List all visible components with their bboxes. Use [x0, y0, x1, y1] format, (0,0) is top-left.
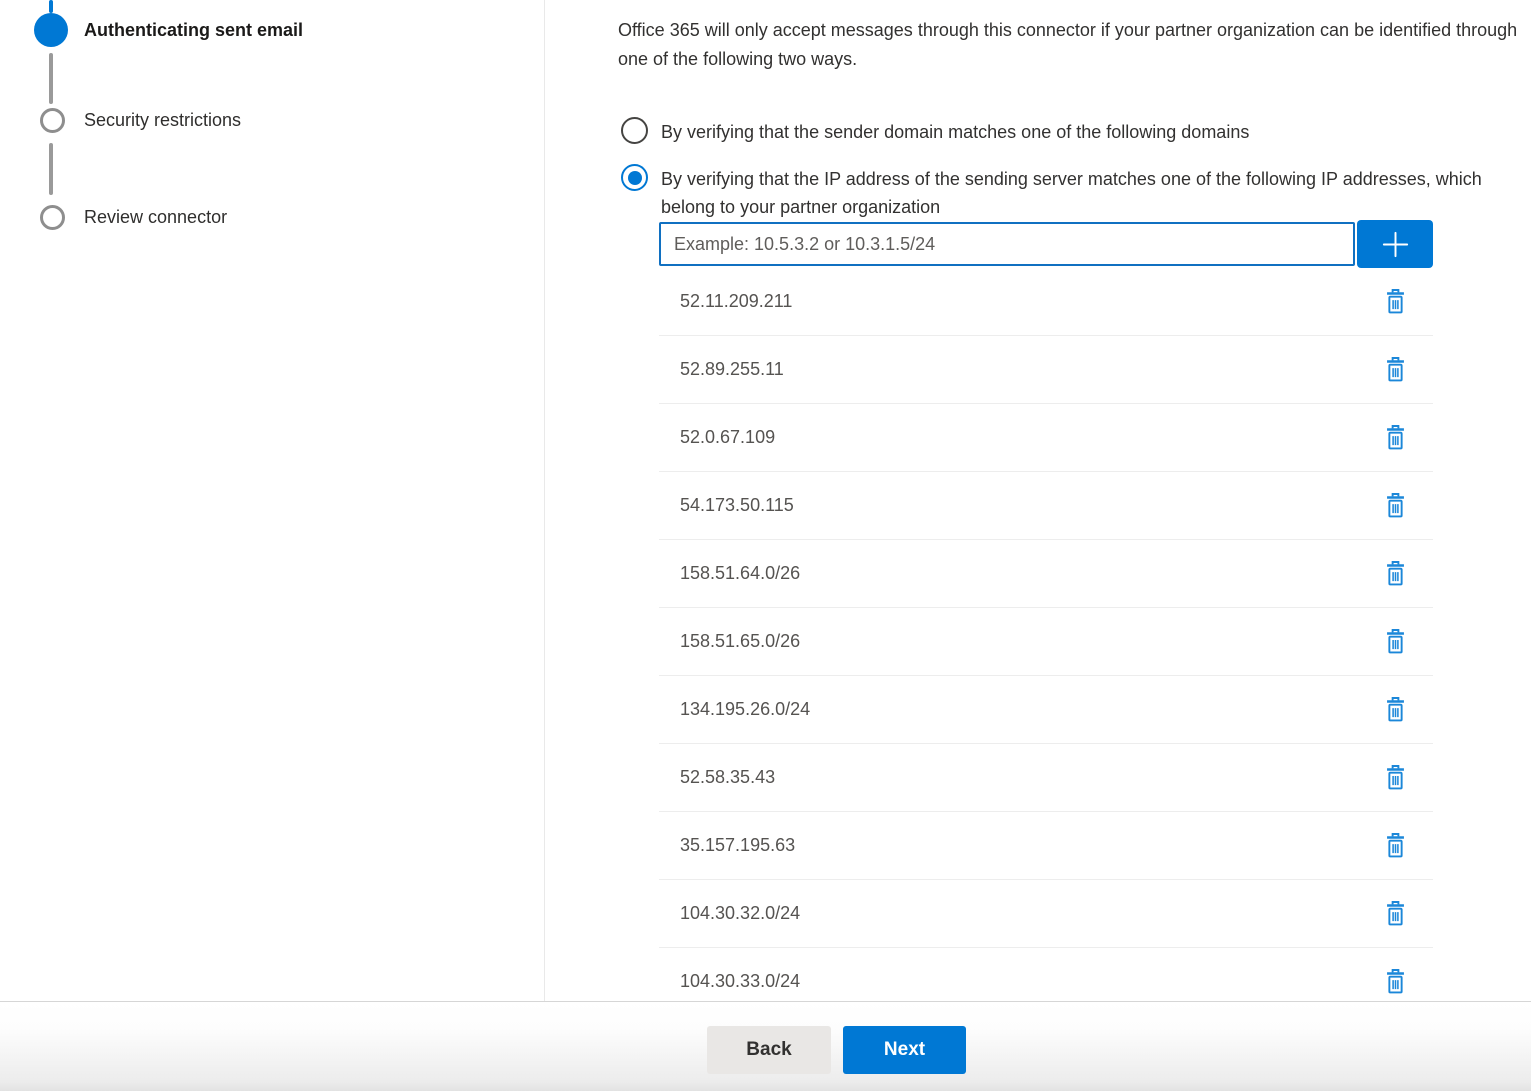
- trash-icon: [1384, 424, 1407, 451]
- ip-list-row: 104.30.33.0/24: [659, 948, 1433, 1001]
- radio-selected-icon[interactable]: [621, 164, 648, 191]
- trash-icon: [1384, 288, 1407, 315]
- step-security-restrictions[interactable]: Security restrictions: [84, 109, 241, 131]
- ip-address-value: 54.173.50.115: [680, 495, 794, 516]
- ip-address-value: 134.195.26.0/24: [680, 699, 810, 720]
- trash-icon: [1384, 560, 1407, 587]
- ip-address-list: 52.11.209.211 52.89.255.11 52.0.67.109: [659, 268, 1433, 1001]
- option-label: By verifying that the sender domain matc…: [661, 117, 1249, 146]
- trash-icon: [1384, 356, 1407, 383]
- ip-address-value: 52.89.255.11: [680, 359, 784, 380]
- radio-unselected-icon[interactable]: [621, 117, 648, 144]
- ip-address-value: 52.58.35.43: [680, 767, 775, 788]
- option-label: By verifying that the IP address of the …: [661, 164, 1516, 221]
- delete-ip-button[interactable]: [1382, 422, 1409, 453]
- option-verify-sender-domain[interactable]: By verifying that the sender domain matc…: [621, 117, 1249, 146]
- step-description: Office 365 will only accept messages thr…: [618, 16, 1531, 74]
- stepper-connector: [49, 143, 53, 195]
- wizard-footer: Back Next: [0, 1001, 1531, 1091]
- option-verify-ip-address[interactable]: By verifying that the IP address of the …: [621, 164, 1516, 221]
- trash-icon: [1384, 968, 1407, 995]
- delete-ip-button[interactable]: [1382, 966, 1409, 997]
- delete-ip-button[interactable]: [1382, 898, 1409, 929]
- delete-ip-button[interactable]: [1382, 830, 1409, 861]
- step-current-dot: [34, 13, 68, 47]
- ip-address-value: 158.51.65.0/26: [680, 631, 800, 652]
- step-upcoming-dot: [40, 205, 65, 230]
- step-upcoming-dot: [40, 108, 65, 133]
- delete-ip-button[interactable]: [1382, 490, 1409, 521]
- ip-address-value: 52.0.67.109: [680, 427, 775, 448]
- ip-list-row: 35.157.195.63: [659, 812, 1433, 880]
- stepper-connector: [49, 53, 53, 104]
- ip-list-row: 52.0.67.109: [659, 404, 1433, 472]
- ip-address-value: 35.157.195.63: [680, 835, 795, 856]
- trash-icon: [1384, 900, 1407, 927]
- ip-list-row: 52.89.255.11: [659, 336, 1433, 404]
- back-button[interactable]: Back: [707, 1026, 831, 1074]
- step-authenticating-sent-email[interactable]: Authenticating sent email: [84, 19, 303, 41]
- step-review-connector[interactable]: Review connector: [84, 206, 227, 228]
- wizard-step-content: Office 365 will only accept messages thr…: [546, 0, 1531, 1001]
- next-button[interactable]: Next: [843, 1026, 966, 1074]
- delete-ip-button[interactable]: [1382, 558, 1409, 589]
- ip-list-row: 52.58.35.43: [659, 744, 1433, 812]
- trash-icon: [1384, 832, 1407, 859]
- plus-icon: [1379, 228, 1412, 261]
- ip-list-row: 52.11.209.211: [659, 268, 1433, 336]
- wizard-stepper-panel: Authenticating sent email Security restr…: [0, 0, 545, 1001]
- ip-list-row: 158.51.64.0/26: [659, 540, 1433, 608]
- delete-ip-button[interactable]: [1382, 626, 1409, 657]
- trash-icon: [1384, 628, 1407, 655]
- ip-entry-row: [659, 220, 1433, 268]
- stepper-connector-top: [49, 0, 53, 13]
- ip-list-row: 158.51.65.0/26: [659, 608, 1433, 676]
- ip-list-row: 134.195.26.0/24: [659, 676, 1433, 744]
- add-ip-button[interactable]: [1357, 220, 1433, 268]
- delete-ip-button[interactable]: [1382, 762, 1409, 793]
- delete-ip-button[interactable]: [1382, 694, 1409, 725]
- ip-address-value: 104.30.32.0/24: [680, 903, 800, 924]
- connector-wizard-page: Authenticating sent email Security restr…: [0, 0, 1531, 1091]
- ip-address-input[interactable]: [659, 222, 1355, 266]
- trash-icon: [1384, 764, 1407, 791]
- delete-ip-button[interactable]: [1382, 354, 1409, 385]
- ip-address-value: 52.11.209.211: [680, 291, 792, 312]
- delete-ip-button[interactable]: [1382, 286, 1409, 317]
- ip-address-value: 158.51.64.0/26: [680, 563, 800, 584]
- ip-list-row: 104.30.32.0/24: [659, 880, 1433, 948]
- ip-address-value: 104.30.33.0/24: [680, 971, 800, 992]
- trash-icon: [1384, 492, 1407, 519]
- ip-list-row: 54.173.50.115: [659, 472, 1433, 540]
- trash-icon: [1384, 696, 1407, 723]
